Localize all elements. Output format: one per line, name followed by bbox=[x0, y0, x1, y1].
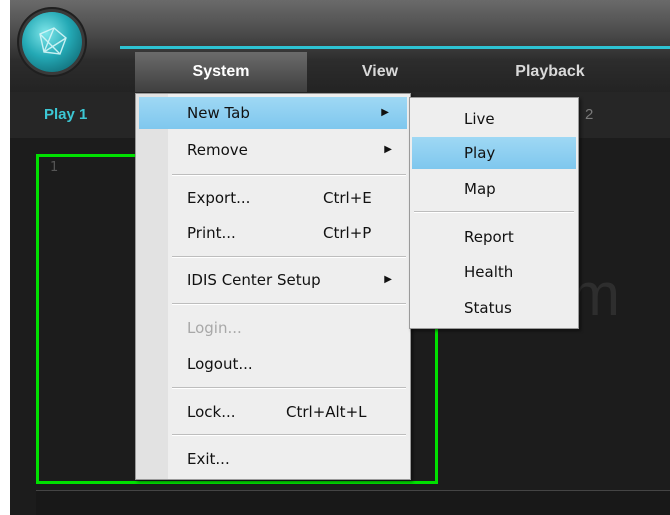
menu-item-export[interactable]: Export... Ctrl+E bbox=[136, 182, 410, 214]
pane-number: 1 bbox=[50, 160, 59, 175]
menu-view[interactable]: View bbox=[325, 52, 435, 92]
menu-separator bbox=[414, 211, 574, 213]
submenu-item-label: Health bbox=[464, 263, 514, 281]
menu-separator bbox=[172, 303, 406, 305]
submenu-arrow-icon: ▶ bbox=[381, 107, 389, 118]
menu-separator bbox=[172, 256, 406, 258]
new-tab-submenu: Live Play Map Report Health Status bbox=[409, 97, 579, 329]
menu-item-login: Login... bbox=[136, 312, 410, 344]
menu-item-center-setup[interactable]: IDIS Center Setup ▶ bbox=[136, 264, 410, 296]
submenu-item-status[interactable]: Status bbox=[410, 292, 578, 324]
submenu-item-play[interactable]: Play bbox=[412, 137, 576, 169]
menu-item-label: New Tab bbox=[187, 104, 250, 122]
menu-separator bbox=[172, 434, 406, 436]
menu-item-label: Login... bbox=[187, 319, 242, 337]
menu-item-shortcut: Ctrl+Alt+L bbox=[286, 403, 367, 421]
menu-separator bbox=[172, 387, 406, 389]
menu-separator bbox=[172, 174, 406, 176]
submenu-item-live[interactable]: Live bbox=[410, 103, 578, 135]
menu-item-print[interactable]: Print... Ctrl+P bbox=[136, 217, 410, 249]
menu-item-lock[interactable]: Lock... Ctrl+Alt+L bbox=[136, 396, 410, 428]
menu-item-label: Exit... bbox=[187, 450, 230, 468]
submenu-item-label: Status bbox=[464, 299, 512, 317]
tab-play-1[interactable]: Play 1 bbox=[44, 106, 87, 123]
menu-item-label: Lock... bbox=[187, 403, 236, 421]
submenu-item-label: Map bbox=[464, 180, 496, 198]
menu-item-shortcut: Ctrl+P bbox=[323, 224, 372, 242]
menu-item-label: Export... bbox=[187, 189, 251, 207]
menu-item-exit[interactable]: Exit... bbox=[136, 443, 410, 475]
menu-item-label: Remove bbox=[187, 141, 248, 159]
menu-item-label: Print... bbox=[187, 224, 236, 242]
submenu-item-report[interactable]: Report bbox=[410, 221, 578, 253]
submenu-arrow-icon: ▶ bbox=[384, 144, 392, 155]
submenu-item-health[interactable]: Health bbox=[410, 256, 578, 288]
menu-item-label: Logout... bbox=[187, 355, 253, 373]
menu-system[interactable]: System bbox=[135, 52, 307, 92]
submenu-item-map[interactable]: Map bbox=[410, 173, 578, 205]
menu-item-logout[interactable]: Logout... bbox=[136, 348, 410, 380]
bottom-strip bbox=[36, 490, 670, 515]
app-logo-icon[interactable] bbox=[22, 12, 82, 72]
tab-partial[interactable]: 2 bbox=[585, 106, 593, 123]
submenu-item-label: Live bbox=[464, 110, 495, 128]
submenu-item-label: Report bbox=[464, 228, 514, 246]
system-menu: New Tab ▶ Remove ▶ Export... Ctrl+E Prin… bbox=[135, 93, 411, 480]
menu-item-label: IDIS Center Setup bbox=[187, 271, 321, 289]
menu-item-new-tab[interactable]: New Tab ▶ bbox=[139, 97, 407, 129]
menu-item-remove[interactable]: Remove ▶ bbox=[136, 134, 410, 166]
menu-item-shortcut: Ctrl+E bbox=[323, 189, 372, 207]
submenu-arrow-icon: ▶ bbox=[384, 274, 392, 285]
submenu-item-label: Play bbox=[464, 144, 496, 162]
accent-line bbox=[120, 46, 670, 49]
menu-playback[interactable]: Playback bbox=[485, 52, 615, 92]
